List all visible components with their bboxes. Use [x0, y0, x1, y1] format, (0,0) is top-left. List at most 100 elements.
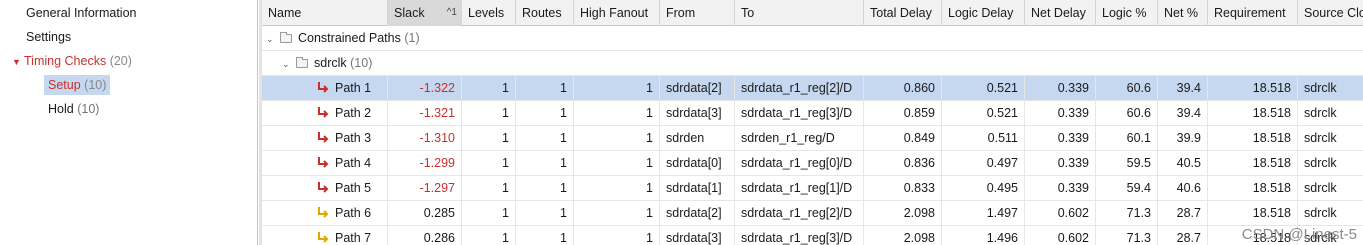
chevron-down-icon[interactable]: ⌄	[266, 27, 280, 52]
cell-levels: 1	[462, 176, 516, 201]
table-row[interactable]: Path 6 0.285 1 1 1 sdrdata[2] sdrdata_r1_reg[2…	[262, 201, 1363, 226]
col-header-net-pct[interactable]: Net %	[1158, 0, 1208, 26]
cell-total-delay: 0.859	[864, 101, 942, 126]
table-row[interactable]: Path 5 -1.297 1 1 1 sdrdata[1] sdrdata_r1_reg[…	[262, 176, 1363, 201]
col-header-total-delay[interactable]: Total Delay	[864, 0, 942, 26]
path-name: Path 2	[335, 106, 372, 120]
cell-net-pct: 39.9	[1158, 126, 1208, 151]
col-header-slack[interactable]: Slack ^1	[388, 0, 462, 26]
cell-levels: 1	[462, 101, 516, 126]
cell-net-pct: 40.6	[1158, 176, 1208, 201]
nav-setup[interactable]: Setup (10)	[44, 75, 111, 95]
col-header-from[interactable]: From	[660, 0, 735, 26]
cell-to: sdrdata_r1_reg[2]/D	[735, 76, 864, 101]
col-header-routes[interactable]: Routes	[516, 0, 574, 26]
table-row[interactable]: Path 2 -1.321 1 1 1 sdrdata[3] sdrdata_r1_reg[…	[262, 101, 1363, 126]
col-header-to[interactable]: To	[735, 0, 864, 26]
table-row[interactable]: Path 3 -1.310 1 1 1 sdrden sdrden_r1_reg/D 0.84…	[262, 126, 1363, 151]
cell-levels: 1	[462, 126, 516, 151]
col-header-high-fanout-label: High Fanout	[580, 6, 649, 20]
nav-hold[interactable]: Hold (10)	[48, 99, 99, 119]
col-header-name[interactable]: Name	[262, 0, 388, 26]
cell-logic-delay: 0.495	[942, 176, 1025, 201]
cell-to: sdrdata_r1_reg[0]/D	[735, 151, 864, 176]
timing-paths-table: Name Slack ^1 Levels Routes High Fanout F…	[262, 0, 1363, 245]
cell-net-delay: 0.339	[1025, 126, 1096, 151]
cell-routes: 1	[516, 101, 574, 126]
col-header-levels-label: Levels	[468, 6, 505, 20]
nav-setup-count: (10)	[84, 78, 107, 92]
cell-high-fanout: 1	[574, 176, 660, 201]
table-row[interactable]: Path 7 0.286 1 1 1 sdrdata[3] sdrdata_r1_reg[3…	[262, 226, 1363, 245]
col-header-levels[interactable]: Levels	[462, 0, 516, 26]
nav-timing-checks-label: Timing Checks	[24, 54, 107, 68]
col-header-net-delay[interactable]: Net Delay	[1025, 0, 1096, 26]
cell-routes: 1	[516, 226, 574, 245]
nav-hold-count: (10)	[77, 102, 100, 116]
path-name: Path 1	[335, 81, 372, 95]
cell-source-clock: sdrclk	[1304, 106, 1337, 120]
col-header-total-delay-label: Total Delay	[870, 6, 932, 20]
path-name: Path 7	[335, 231, 372, 245]
timing-report-navigator: General Information Settings ▼ Timing Che…	[0, 0, 258, 245]
red-path-icon	[316, 179, 330, 193]
cell-levels: 1	[462, 76, 516, 101]
sort-ascending-icon: ^1	[446, 7, 457, 18]
cell-high-fanout: 1	[574, 101, 660, 126]
group-constrained-paths: ⌄ Constrained Paths (1)	[266, 26, 420, 51]
cell-logic-delay: 0.521	[942, 76, 1025, 101]
table-row[interactable]: Path 4 -1.299 1 1 1 sdrdata[0] sdrdata_r1_reg[…	[262, 151, 1363, 176]
col-header-requirement[interactable]: Requirement	[1208, 0, 1298, 26]
group-row-constrained-paths[interactable]: ⌄ Constrained Paths (1)	[262, 26, 1363, 51]
cell-net-delay: 0.602	[1025, 226, 1096, 245]
col-header-net-pct-label: Net %	[1164, 6, 1199, 20]
group-row-sdrclk[interactable]: ⌄ sdrclk (10)	[262, 51, 1363, 76]
cell-from: sdrdata[1]	[660, 176, 735, 201]
col-header-source-clock[interactable]: Source Clo	[1298, 0, 1363, 26]
path-name: Path 5	[335, 181, 372, 195]
cell-from: sdrden	[660, 126, 735, 151]
cell-levels: 1	[462, 201, 516, 226]
cell-high-fanout: 1	[574, 226, 660, 245]
cell-total-delay: 0.849	[864, 126, 942, 151]
nav-general-information[interactable]: General Information	[26, 3, 136, 23]
chevron-down-icon[interactable]: ⌄	[282, 52, 296, 77]
cell-from: sdrdata[3]	[660, 101, 735, 126]
red-path-icon	[316, 104, 330, 118]
cell-high-fanout: 1	[574, 76, 660, 101]
cell-logic-delay: 1.496	[942, 226, 1025, 245]
cell-levels: 1	[462, 151, 516, 176]
cell-net-pct: 40.5	[1158, 151, 1208, 176]
cell-net-pct: 39.4	[1158, 101, 1208, 126]
cell-from: sdrdata[2]	[660, 76, 735, 101]
cell-total-delay: 2.098	[864, 226, 942, 245]
col-header-routes-label: Routes	[522, 6, 562, 20]
cell-total-delay: 0.860	[864, 76, 942, 101]
cell-routes: 1	[516, 201, 574, 226]
col-header-high-fanout[interactable]: High Fanout	[574, 0, 660, 26]
cell-name: Path 4	[262, 151, 388, 176]
group-label: Constrained Paths	[298, 31, 401, 45]
nav-timing-checks[interactable]: ▼ Timing Checks (20)	[12, 51, 132, 71]
nav-settings[interactable]: Settings	[26, 27, 71, 47]
cell-total-delay: 2.098	[864, 201, 942, 226]
group-sdrclk: ⌄ sdrclk (10)	[282, 51, 372, 76]
cell-net-delay: 0.339	[1025, 101, 1096, 126]
table-row[interactable]: Path 1 -1.322 1 1 1 sdrdata[2] sdrdata_r1_reg[…	[262, 76, 1363, 101]
cell-logic-delay: 0.511	[942, 126, 1025, 151]
col-header-slack-label: Slack	[394, 6, 425, 20]
cell-name: Path 3	[262, 126, 388, 151]
cell-to: sdrdata_r1_reg[3]/D	[735, 101, 864, 126]
chevron-down-icon[interactable]: ▼	[12, 52, 24, 72]
nav-general-information-label: General Information	[26, 6, 137, 20]
col-header-logic-delay[interactable]: Logic Delay	[942, 0, 1025, 26]
cell-logic-pct: 60.6	[1096, 101, 1158, 126]
nav-timing-checks-count: (20)	[109, 54, 132, 68]
col-header-source-clock-label: Source Clo	[1304, 6, 1363, 20]
col-header-logic-pct[interactable]: Logic %	[1096, 0, 1158, 26]
cell-logic-pct: 59.4	[1096, 176, 1158, 201]
cell-logic-delay: 0.497	[942, 151, 1025, 176]
cell-source-clock: sdrclk	[1304, 131, 1337, 145]
path-name: Path 6	[335, 206, 372, 220]
cell-requirement: 18.518	[1208, 201, 1298, 226]
